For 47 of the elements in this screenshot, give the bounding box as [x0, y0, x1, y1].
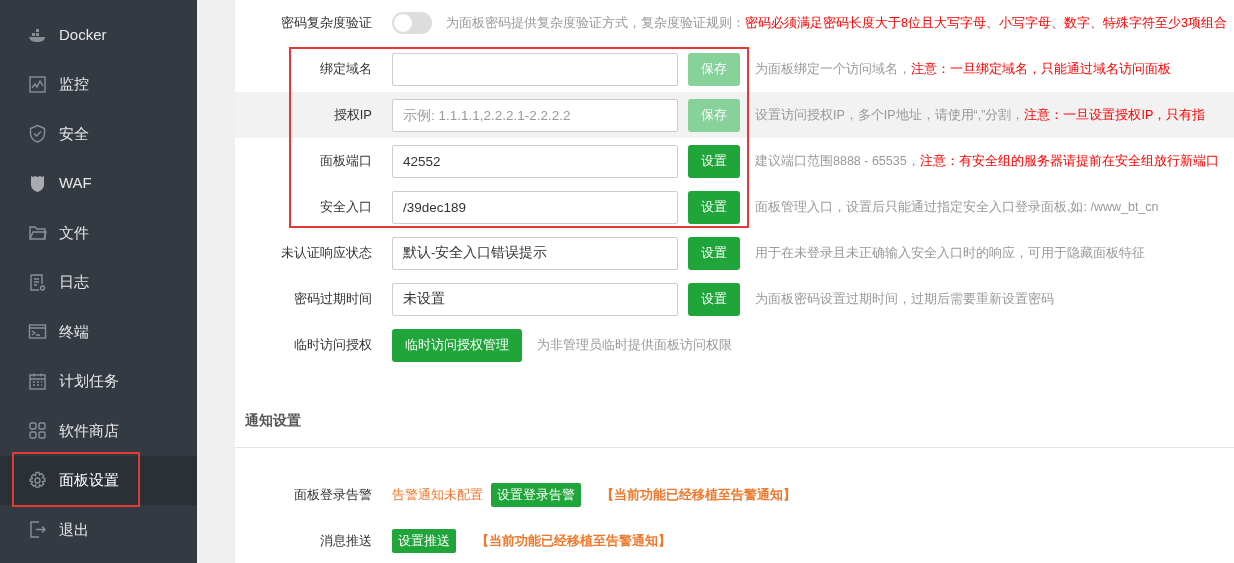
notice-text: 【当前功能已经移植至告警通知】 — [601, 486, 796, 505]
setting-label: 绑定域名 — [319, 60, 373, 79]
sidebar-item[interactable]: 安全 — [0, 109, 197, 159]
sidebar-item[interactable]: 计划任务 — [0, 356, 197, 406]
setting-description: 设置访问授权IP，多个IP地址，请使用“,”分割，注意：一旦设置授权IP，只有指 — [755, 106, 1206, 124]
setting-label: 面板登录告警 — [293, 486, 373, 505]
section-title: 通知设置 — [235, 378, 1234, 448]
sidebar-item[interactable]: 监控 — [0, 59, 197, 109]
sidebar-item[interactable]: 退出 — [0, 505, 197, 555]
shield-icon — [28, 173, 47, 193]
text-field[interactable]: 默认-安全入口错误提示 — [392, 236, 678, 270]
setting-label: 消息推送 — [319, 532, 373, 551]
shield-icon — [28, 124, 47, 144]
sidebar-item[interactable]: 文件 — [0, 208, 197, 258]
setting-description: 为面板密码设置过期时间，过期后需要重新设置密码 — [755, 290, 1054, 308]
notice-text: 【当前功能已经移植至告警通知】 — [476, 532, 671, 551]
setting-description: 建议端口范围8888 - 65535，注意：有安全组的服务器请提前在安全组放行新端口 — [755, 152, 1219, 170]
setting-label: 密码复杂度验证 — [280, 14, 373, 33]
chart-icon — [28, 74, 47, 94]
status-text: 告警通知未配置 — [392, 486, 483, 505]
setting-label: 未认证响应状态 — [280, 244, 373, 263]
calendar-icon — [28, 371, 47, 391]
setting-label: 安全入口 — [319, 198, 373, 217]
text-field[interactable]: 未设置 — [392, 282, 678, 316]
setting-label: 面板端口 — [319, 152, 373, 171]
sidebar-item[interactable]: 日志 — [0, 257, 197, 307]
folder-icon — [28, 223, 47, 243]
text-field[interactable]: /39dec189 — [392, 190, 678, 224]
sidebar-item[interactable]: Docker — [0, 10, 197, 60]
text-field[interactable]: 42552 — [392, 144, 678, 178]
sidebar-item[interactable]: 面板设置 — [0, 455, 197, 505]
toggle-switch[interactable] — [392, 12, 432, 34]
setting-label: 临时访问授权 — [293, 336, 373, 355]
setting-description: 面板管理入口，设置后只能通过指定安全入口登录面板,如: /www_bt_cn — [755, 198, 1159, 216]
sidebar-item[interactable]: 终端 — [0, 307, 197, 357]
document-icon — [28, 272, 47, 292]
grid-icon — [28, 421, 47, 441]
setting-description: 为面板密码提供复杂度验证方式，复杂度验证规则：密码必须满足密码长度大于8位且大写字母、小写字母、数字、特殊字符至少3项组合 — [446, 14, 1227, 32]
sidebar-item[interactable]: WAF — [0, 158, 197, 208]
setting-description: 为非管理员临时提供面板访问权限 — [537, 336, 732, 354]
terminal-icon — [28, 322, 47, 342]
exit-icon — [28, 520, 47, 540]
setting-description: 用于在未登录且未正确输入安全入口时的响应，可用于隐藏面板特征 — [755, 244, 1145, 262]
setting-label: 授权IP — [332, 106, 373, 125]
setting-label: 密码过期时间 — [293, 290, 373, 309]
settings-icon — [28, 470, 47, 490]
sidebar-item[interactable]: 软件商店 — [0, 406, 197, 456]
